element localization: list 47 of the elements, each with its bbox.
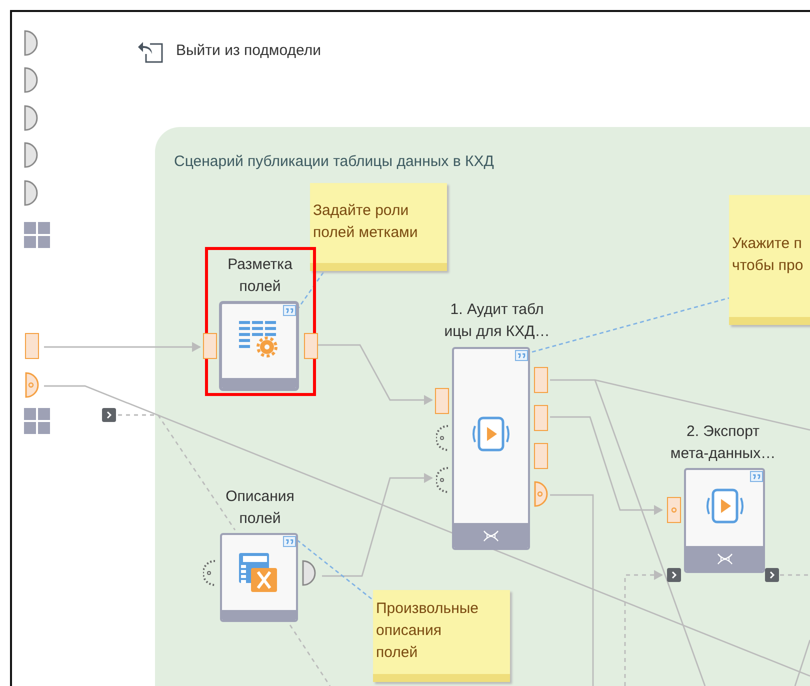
output-port-icon[interactable] [534,481,548,507]
note-text: Задайте роли полей метками [313,201,419,243]
node-label: Разметка полей [228,255,292,297]
table-formula-icon [239,552,279,592]
output-port[interactable] [304,333,318,359]
input-port-icon[interactable] [24,67,38,93]
sticky-note[interactable]: Укажите п чтобы про [729,195,810,325]
note-text: Произвольные описания полей [376,599,480,663]
output-port-icon[interactable] [25,372,39,398]
input-port-icon[interactable] [203,560,217,586]
quote-badge-icon[interactable] [283,305,296,316]
quote-badge-icon[interactable] [283,536,296,547]
sticky-note[interactable]: Произвольные описания полей [373,590,510,682]
node-box[interactable] [220,533,298,622]
node-box[interactable] [452,347,530,550]
chevron-icon[interactable] [102,408,116,422]
output-port[interactable] [25,333,39,359]
node-label: Описания полей [226,487,294,529]
node-box[interactable] [220,302,298,390]
quote-badge-icon[interactable] [750,471,763,482]
node-box[interactable] [684,468,765,573]
input-port-icon[interactable] [436,425,450,451]
input-port-icon[interactable] [436,467,450,493]
output-port[interactable] [203,333,217,359]
input-port-icon[interactable] [24,180,38,206]
output-port[interactable] [534,405,548,431]
exit-submodel-button[interactable]: Выйти из подмодели [138,38,321,64]
input-port-icon[interactable] [24,105,38,131]
output-port[interactable] [534,443,548,469]
sticky-note[interactable]: Задайте роли полей метками [310,183,447,271]
chevron-icon[interactable] [765,568,779,582]
output-port[interactable] [534,367,548,393]
note-link-line [296,270,326,310]
grid-icon[interactable] [24,222,50,248]
input-port-icon[interactable] [24,30,38,56]
node-label: 2. Экспорт мета-данных… [670,422,776,464]
group-title: Сценарий публикации таблицы данных в КХД [174,152,494,172]
node-label: 1. Аудит табл ицы для КХД… [444,300,550,342]
quote-badge-icon[interactable] [515,350,528,361]
note-text: Укажите п чтобы про [732,234,804,276]
output-port-icon[interactable] [302,560,316,586]
port-dot-icon [671,507,677,513]
chevron-icon[interactable] [667,568,681,582]
output-port[interactable] [435,388,449,414]
grid-icon[interactable] [24,408,50,434]
output-port[interactable] [667,497,681,523]
input-port-icon[interactable] [24,142,38,168]
